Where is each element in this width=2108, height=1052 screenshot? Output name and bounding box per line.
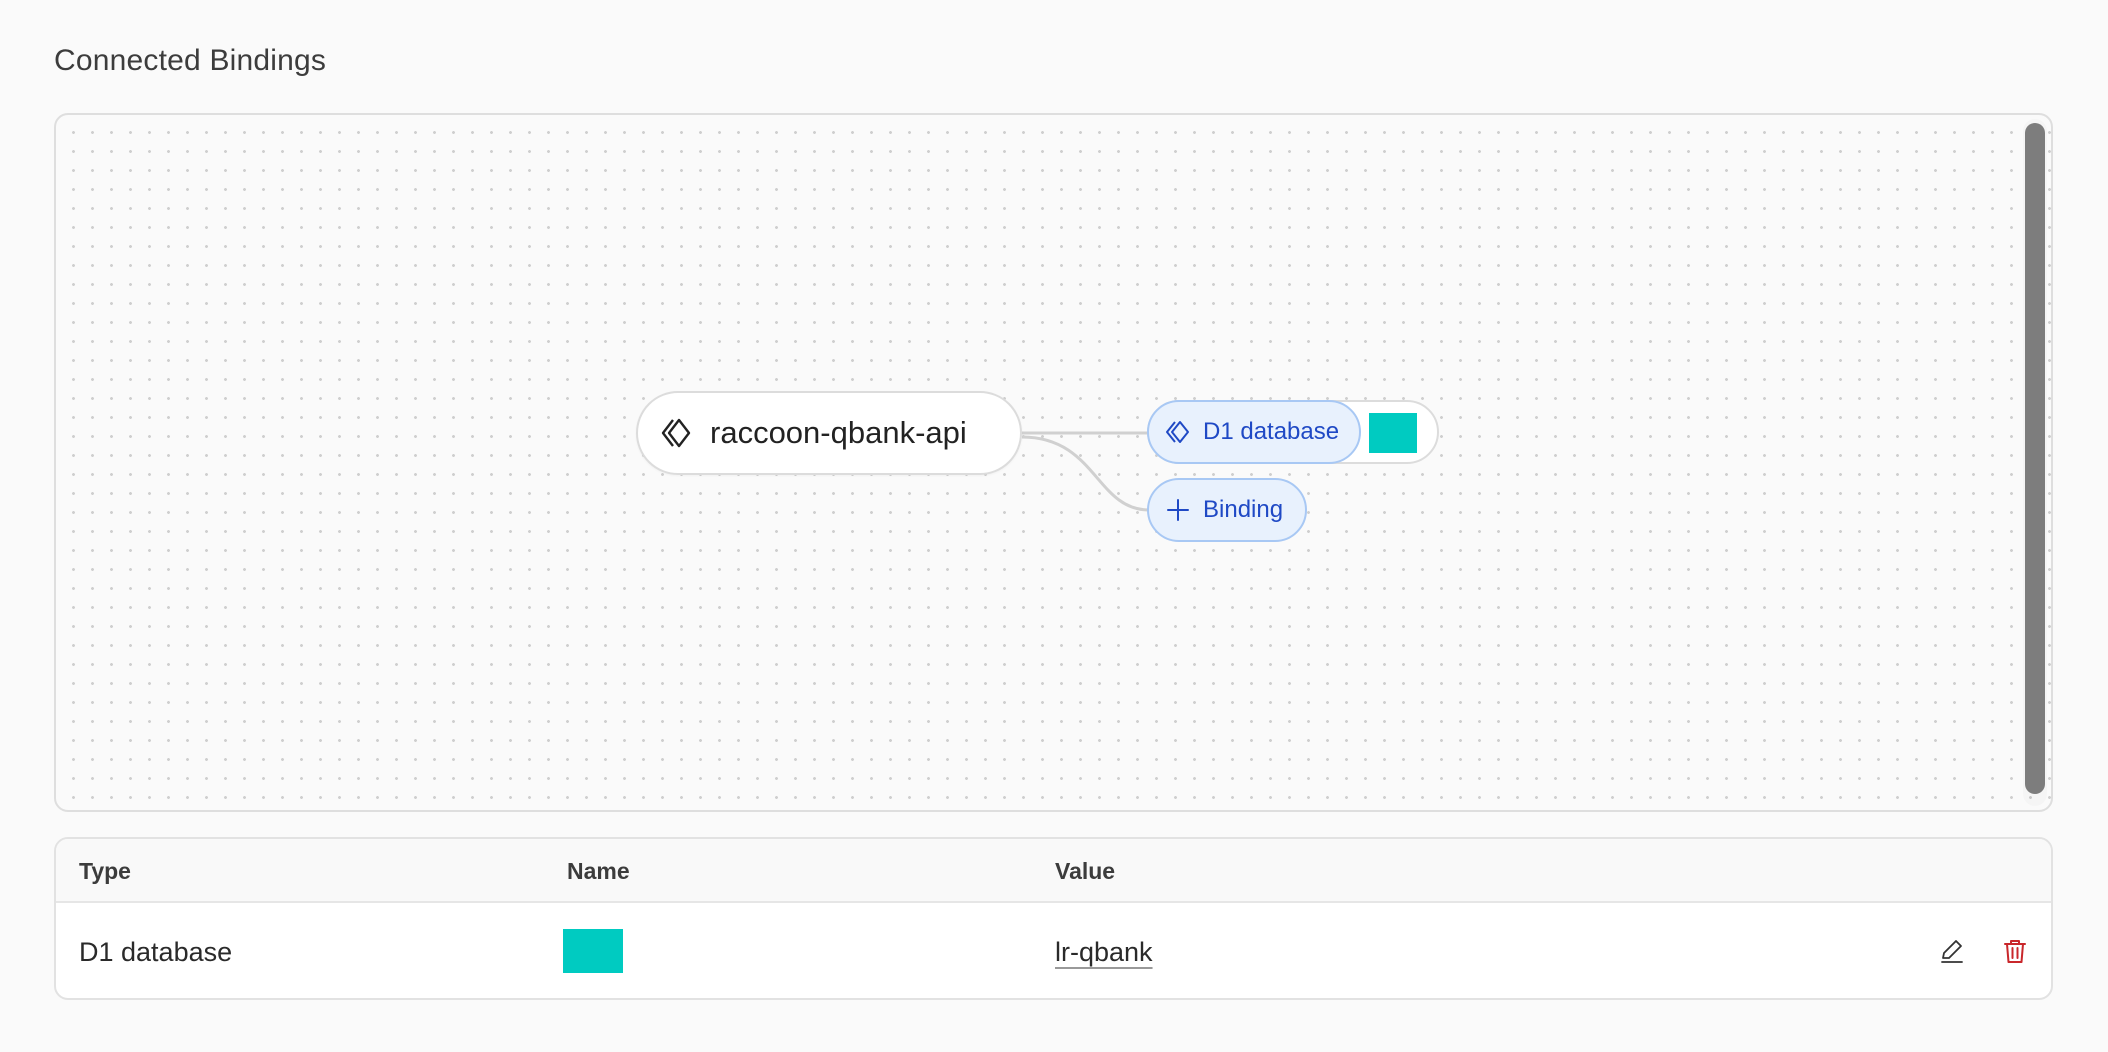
add-binding-button[interactable]: Binding: [1147, 478, 1307, 542]
worker-diamond-icon: [660, 416, 694, 450]
d1-binding-node[interactable]: D1 database: [1147, 400, 1361, 464]
d1-diamond-icon: [1165, 419, 1191, 445]
d1-binding-label: D1 database: [1203, 418, 1340, 445]
worker-node-label: raccoon-qbank-api: [710, 415, 967, 450]
pencil-icon: [1938, 937, 1966, 965]
binding-name-cell-swatch: [563, 929, 623, 973]
edit-binding-button[interactable]: [1934, 933, 1970, 969]
table-row: D1 database lr-qbank: [56, 903, 2051, 998]
trash-icon: [2001, 937, 2029, 965]
binding-type-cell: D1 database: [79, 937, 233, 967]
binding-value-link[interactable]: lr-qbank: [1055, 937, 1153, 968]
section-title: Connected Bindings: [54, 44, 327, 77]
add-binding-label: Binding: [1203, 496, 1284, 523]
column-header-value: Value: [1055, 858, 1116, 884]
worker-node[interactable]: raccoon-qbank-api: [636, 391, 1022, 475]
binding-name-swatch: [1369, 413, 1417, 453]
delete-binding-button[interactable]: [1997, 933, 2033, 969]
graph-edges: [1021, 431, 1150, 512]
column-header-name: Name: [567, 858, 630, 884]
bindings-page: Connected Bindings raccoon-qbank-api D1 …: [0, 0, 2108, 1052]
table-header: Type Name Value: [56, 839, 2051, 903]
canvas-scrollbar-thumb[interactable]: [2025, 123, 2045, 794]
plus-icon: [1165, 497, 1191, 523]
bindings-graph-canvas[interactable]: raccoon-qbank-api D1 database Binding: [54, 113, 2053, 812]
edge-worker-to-add-binding: [1021, 435, 1150, 512]
bindings-table: Type Name Value D1 database lr-qbank: [54, 837, 2053, 1000]
column-header-type: Type: [79, 858, 131, 884]
